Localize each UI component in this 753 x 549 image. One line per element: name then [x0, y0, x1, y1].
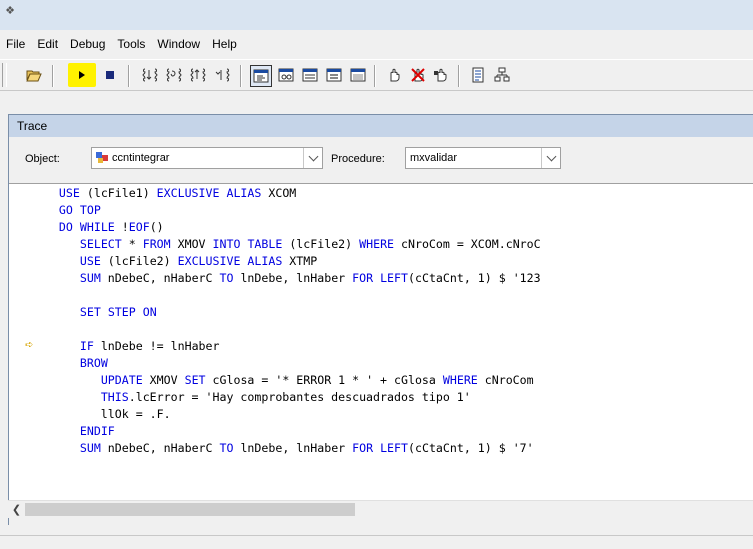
trace-window-icon[interactable]	[250, 65, 272, 87]
event-tracking-icon[interactable]	[492, 65, 512, 85]
code-line[interactable]: llOk = .F.	[31, 406, 171, 423]
current-line-arrow-icon: ➪	[25, 337, 34, 353]
menu-help[interactable]: Help	[206, 34, 243, 54]
call-stack-icon[interactable]	[324, 65, 344, 85]
procedure-combobox[interactable]: mxvalidar	[405, 147, 561, 169]
toolbar-grip[interactable]	[2, 63, 7, 87]
stop-icon[interactable]	[100, 65, 120, 85]
object-dropdown-button[interactable]	[303, 148, 322, 168]
code-line[interactable]: IF lnDebe != lnHaber	[31, 338, 220, 355]
code-line[interactable]: USE (lcFile2) EXCLUSIVE ALIAS XTMP	[31, 253, 317, 270]
code-line[interactable]: SET STEP ON	[31, 304, 157, 321]
step-out-icon[interactable]	[188, 65, 208, 85]
procedure-label: Procedure:	[331, 153, 385, 165]
code-line[interactable]: THIS.lcError = 'Hay comprobantes descuad…	[31, 389, 471, 406]
code-line[interactable]: SELECT * FROM XMOV INTO TABLE (lcFile2) …	[31, 236, 541, 253]
code-editor[interactable]: USE (lcFile1) EXCLUSIVE ALIAS XCOM GO TO…	[9, 183, 753, 501]
coverage-icon[interactable]	[468, 65, 488, 85]
code-line[interactable]: GO TOP	[31, 202, 101, 219]
scroll-left-icon[interactable]: ❮	[8, 501, 25, 518]
step-into-icon[interactable]	[140, 65, 160, 85]
trace-window-title: Trace	[9, 115, 753, 137]
breakpoint-icon[interactable]	[384, 65, 404, 85]
app-icon: ❖	[5, 5, 15, 17]
step-over-icon[interactable]	[164, 65, 184, 85]
toggle-breakpoint-icon[interactable]	[432, 65, 452, 85]
code-line[interactable]: ENDIF	[31, 423, 115, 440]
menu-window[interactable]: Window	[151, 34, 206, 54]
open-icon[interactable]	[24, 65, 44, 85]
horizontal-scrollbar[interactable]: ❮	[8, 500, 753, 518]
watch-window-icon[interactable]	[276, 65, 296, 85]
run-to-cursor-icon[interactable]	[212, 65, 232, 85]
clear-breakpoints-icon[interactable]	[408, 65, 428, 85]
code-line[interactable]: DO WHILE !EOF()	[31, 219, 164, 236]
menu-debug[interactable]: Debug	[64, 34, 111, 54]
scrollbar-thumb[interactable]	[25, 503, 355, 516]
code-line[interactable]: SUM nDebeC, nHaberC TO lnDebe, lnHaber F…	[31, 270, 541, 287]
object-label: Object:	[25, 153, 60, 165]
code-line[interactable]: BROW	[31, 355, 108, 372]
toolbar	[0, 59, 753, 91]
status-divider	[0, 535, 753, 536]
code-line[interactable]: SUM nDebeC, nHaberC TO lnDebe, lnHaber F…	[31, 440, 534, 457]
code-line[interactable]: UPDATE XMOV SET cGlosa = '* ERROR 1 * ' …	[31, 372, 534, 389]
class-icon	[96, 152, 108, 163]
title-bar: ❖	[0, 0, 753, 30]
output-window-icon[interactable]	[348, 65, 368, 85]
trace-controls: Object: ccntintegrar Procedure: mxvalida…	[9, 139, 753, 179]
object-value: ccntintegrar	[112, 152, 170, 164]
menu-edit[interactable]: Edit	[31, 34, 64, 54]
procedure-value: mxvalidar	[410, 152, 458, 164]
object-combobox[interactable]: ccntintegrar	[91, 147, 323, 169]
run-icon[interactable]	[68, 63, 96, 87]
menu-bar: File Edit Debug Tools Window Help	[0, 34, 753, 54]
locals-window-icon[interactable]	[300, 65, 320, 85]
procedure-dropdown-button[interactable]	[541, 148, 560, 168]
chevron-down-icon	[308, 151, 318, 161]
menu-file[interactable]: File	[0, 34, 31, 54]
chevron-down-icon	[546, 151, 556, 161]
menu-tools[interactable]: Tools	[111, 34, 151, 54]
trace-window: Trace Object: ccntintegrar Procedure: mx…	[8, 114, 753, 525]
code-line[interactable]: USE (lcFile1) EXCLUSIVE ALIAS XCOM	[31, 185, 296, 202]
